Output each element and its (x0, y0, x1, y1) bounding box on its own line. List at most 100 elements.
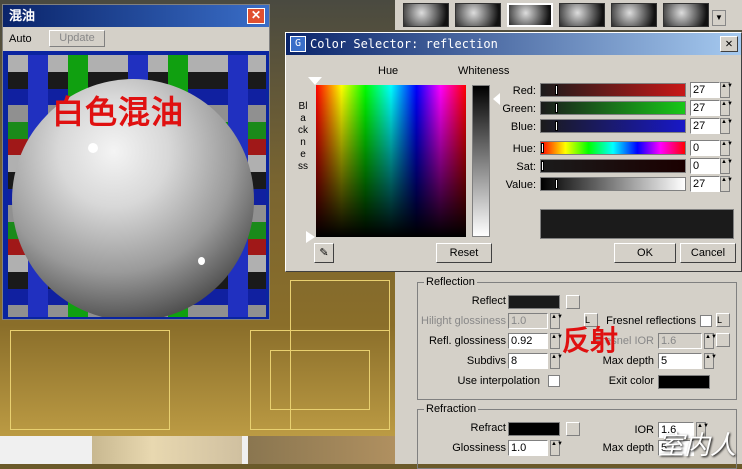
chevron-down-icon[interactable]: ▼ (712, 10, 726, 26)
slider-label: Value: (505, 179, 536, 191)
exit-color-label: Exit color (608, 375, 654, 387)
scene-thumbnail (92, 436, 242, 464)
reflection-group: Reflection Reflect Hilight glossiness 1.… (417, 276, 737, 400)
spinner-arrows-icon[interactable]: ▲▼ (720, 140, 733, 156)
spinner-arrows-icon[interactable]: ▲▼ (720, 176, 733, 192)
slider-label: Green: (502, 103, 536, 115)
exit-color-swatch[interactable] (658, 375, 710, 389)
reflect-label: Reflect (471, 295, 506, 307)
slider-label: Hue: (512, 143, 536, 155)
fresnel-ior-map-button[interactable] (716, 333, 730, 347)
use-interpolation-checkbox[interactable] (548, 375, 560, 387)
refraction-max-depth-label: Max depth (602, 442, 654, 454)
subdivs-field[interactable]: 8 (508, 353, 548, 369)
material-window-title: 混油 (9, 8, 36, 23)
wireframe-line (290, 280, 390, 430)
refract-color-swatch[interactable] (508, 422, 560, 436)
spinner-arrows-icon[interactable]: ▲▼ (720, 100, 733, 116)
spinner-arrows-icon[interactable]: ▲▼ (720, 158, 733, 174)
hilight-glossiness-field[interactable]: 1.0 (508, 313, 548, 329)
material-preview: 白色混油 (8, 55, 266, 317)
spinner-arrows-icon[interactable]: ▲▼ (704, 333, 717, 349)
red-value-field[interactable]: 27 (690, 82, 720, 98)
spinner-arrows-icon[interactable]: ▲▼ (550, 353, 563, 369)
hilight-glossiness-label: Hilight glossiness (421, 315, 506, 327)
dialog-title: Color Selector: reflection (310, 37, 498, 51)
color-selector-dialog: G Color Selector: reflection ✕ Hue White… (285, 32, 742, 272)
close-button[interactable]: ✕ (720, 36, 738, 52)
annotation-text: 反射 (562, 324, 619, 357)
close-icon: ✕ (250, 8, 262, 22)
update-button[interactable]: Update (49, 30, 105, 47)
blue-value-field[interactable]: 27 (690, 118, 720, 134)
material-slot[interactable] (403, 3, 449, 27)
slider-thumb[interactable] (555, 103, 558, 113)
green-value-field[interactable]: 27 (690, 100, 720, 116)
hue-label: Hue (378, 65, 399, 77)
material-parameters-panel: Reflection Reflect Hilight glossiness 1.… (395, 272, 742, 469)
material-preview-window: 混油 ✕ Auto Update 白色混油 (2, 4, 270, 320)
group-title: Refraction (424, 403, 479, 415)
slider-thumb[interactable] (555, 179, 558, 189)
watermark: 室内人 (657, 431, 736, 461)
blackness-label: Blackness (298, 101, 308, 172)
glossiness-label: Glossiness (452, 442, 506, 454)
slider-thumb[interactable] (555, 121, 558, 131)
material-slot-selected[interactable] (507, 3, 553, 27)
specular-highlight (198, 257, 205, 265)
current-color-swatch (540, 209, 734, 239)
material-slot[interactable] (663, 3, 709, 27)
hue-pointer-icon[interactable] (308, 77, 322, 85)
fresnel-lock-button[interactable]: L (716, 313, 730, 327)
hue-blackness-picker[interactable] (316, 85, 466, 237)
spinner-arrows-icon[interactable]: ▲▼ (720, 82, 733, 98)
slider-thumb[interactable] (555, 85, 558, 95)
sat-slider[interactable] (540, 159, 686, 173)
cancel-button[interactable]: Cancel (680, 243, 736, 263)
spinner-arrows-icon[interactable]: ▲▼ (720, 118, 733, 134)
color-selector-titlebar[interactable]: G Color Selector: reflection ✕ (286, 33, 741, 55)
reset-button[interactable]: Reset (436, 243, 492, 263)
reflect-color-swatch[interactable] (508, 295, 560, 309)
slider-thumb[interactable] (541, 161, 544, 171)
fresnel-ior-field[interactable]: 1.6 (658, 333, 702, 349)
value-value-field[interactable]: 27 (690, 176, 720, 192)
use-interpolation-label: Use interpolation (457, 375, 540, 387)
ok-button[interactable]: OK (614, 243, 676, 263)
blue-slider[interactable] (540, 119, 686, 133)
refract-map-button[interactable] (566, 422, 580, 436)
close-button[interactable]: ✕ (247, 8, 265, 24)
specular-highlight (88, 143, 98, 153)
sat-value-field[interactable]: 0 (690, 158, 720, 174)
spinner-arrows-icon[interactable]: ▲▼ (550, 440, 563, 456)
group-title: Reflection (424, 276, 477, 288)
spinner-arrows-icon[interactable]: ▲▼ (550, 313, 563, 329)
refl-glossiness-field[interactable]: 0.92 (508, 333, 548, 349)
scene-thumbnail (248, 436, 395, 464)
green-slider[interactable] (540, 101, 686, 115)
app-icon: G (290, 36, 306, 52)
material-slot[interactable] (455, 3, 501, 27)
hue-value-field[interactable]: 0 (690, 140, 720, 156)
eyedropper-button[interactable]: ✎ (314, 243, 334, 263)
refl-glossiness-label: Refl. glossiness (428, 335, 506, 347)
glossiness-field[interactable]: 1.0 (508, 440, 548, 456)
slider-thumb[interactable] (541, 143, 544, 153)
hue-slider[interactable] (540, 141, 686, 155)
material-window-titlebar[interactable]: 混油 ✕ (3, 5, 269, 27)
material-slot[interactable] (559, 3, 605, 27)
max-depth-field[interactable]: 5 (658, 353, 702, 369)
fresnel-reflections-checkbox[interactable] (700, 315, 712, 327)
subdivs-label: Subdivs (466, 355, 506, 367)
spinner-arrows-icon[interactable]: ▲▼ (704, 353, 717, 369)
reflect-map-button[interactable] (566, 295, 580, 309)
annotation-text: 白色混油 (52, 93, 185, 131)
auto-label[interactable]: Auto (9, 33, 32, 45)
red-slider[interactable] (540, 83, 686, 97)
refract-label: Refract (470, 422, 506, 434)
material-slot[interactable] (611, 3, 657, 27)
blackness-pointer-icon[interactable] (306, 231, 315, 243)
value-slider[interactable] (540, 177, 686, 191)
fresnel-lock-label: L (717, 315, 723, 325)
spinner-arrows-icon[interactable]: ▲▼ (550, 333, 563, 349)
